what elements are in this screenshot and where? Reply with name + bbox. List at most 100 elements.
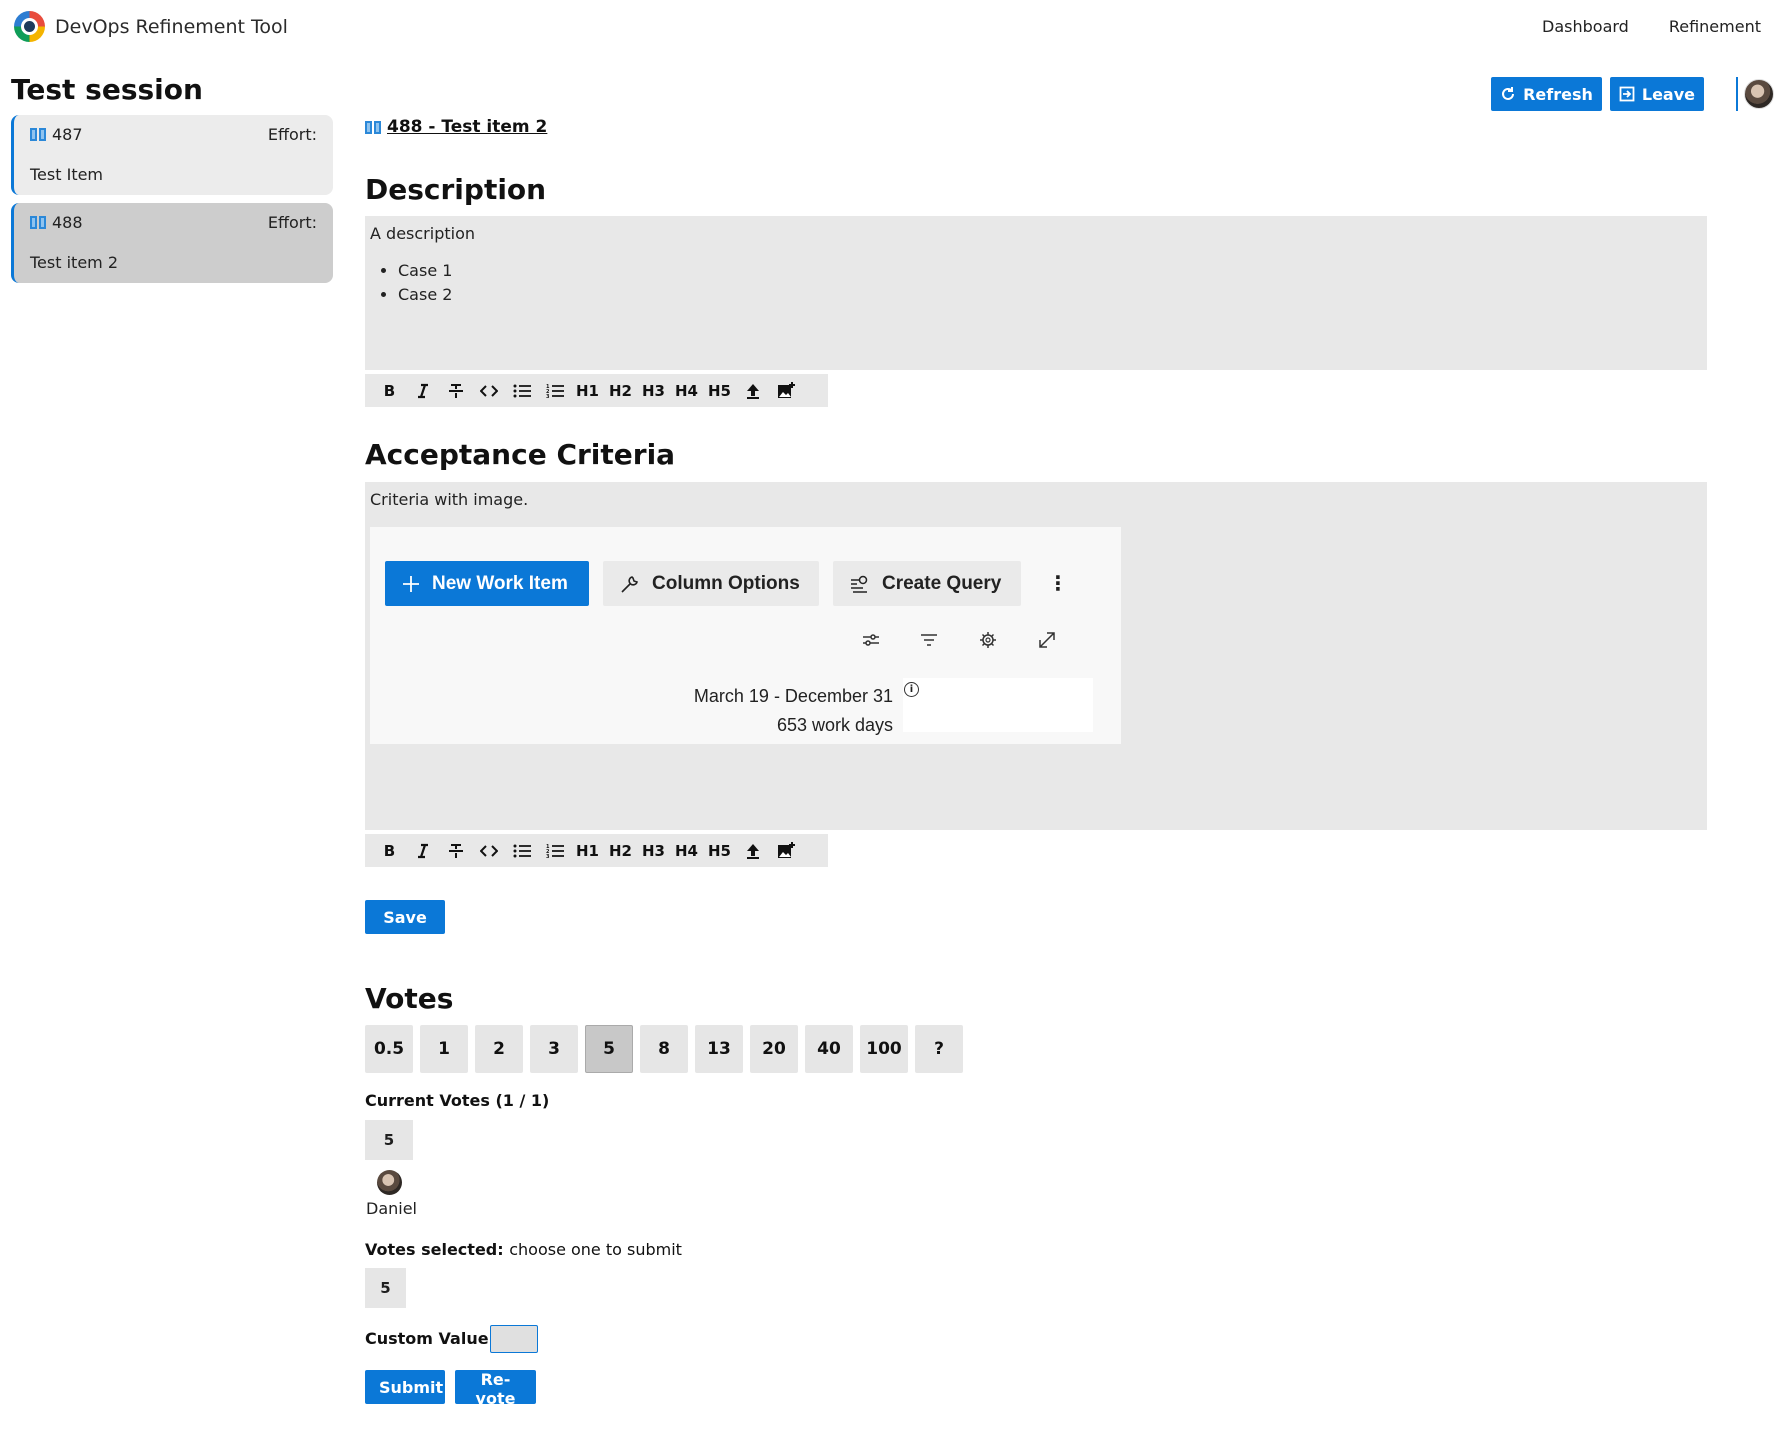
vote-option[interactable]: 100 bbox=[860, 1025, 908, 1073]
nav-refinement[interactable]: Refinement bbox=[1669, 17, 1761, 36]
work-item-id: 487 bbox=[52, 125, 83, 144]
description-editor[interactable]: A description Case 1 Case 2 bbox=[365, 216, 1707, 370]
strikethrough-button[interactable] bbox=[439, 374, 472, 407]
nav-links: Dashboard Refinement bbox=[1542, 17, 1761, 36]
work-item-id: 488 bbox=[52, 213, 83, 232]
current-votes-label: Current Votes (1 / 1) bbox=[365, 1091, 550, 1110]
session-title: Test session bbox=[11, 73, 203, 106]
votes-selected-hint: choose one to submit bbox=[509, 1240, 682, 1259]
bulleted-list-button[interactable] bbox=[505, 374, 538, 407]
brand[interactable]: DevOps Refinement Tool bbox=[14, 11, 288, 42]
h3-button[interactable]: H3 bbox=[637, 834, 670, 867]
image-icon bbox=[777, 841, 795, 858]
h3-button[interactable]: H3 bbox=[637, 374, 670, 407]
effort-label: Effort: bbox=[267, 125, 317, 144]
vote-option[interactable]: ? bbox=[915, 1025, 963, 1073]
embedded-column-options-label: Column Options bbox=[652, 572, 800, 594]
embedded-date-info: March 19 - December 31 653 work days bbox=[694, 682, 893, 740]
query-icon bbox=[851, 575, 868, 593]
work-item-title: Test item 2 bbox=[30, 253, 119, 272]
current-vote-value: 5 bbox=[365, 1120, 413, 1160]
insert-image-button[interactable] bbox=[769, 374, 802, 407]
gear-icon bbox=[980, 632, 996, 648]
nav-dashboard[interactable]: Dashboard bbox=[1542, 17, 1629, 36]
session-actions: Refresh Leave bbox=[1491, 77, 1704, 111]
revote-button[interactable]: Re-vote bbox=[455, 1370, 536, 1408]
work-item-card-487[interactable]: 487 Effort: Test Item bbox=[11, 115, 333, 195]
vote-option-selected[interactable]: 5 bbox=[585, 1025, 633, 1073]
effort-label: Effort: bbox=[267, 213, 317, 232]
strikethrough-icon bbox=[448, 843, 463, 858]
upload-button[interactable] bbox=[736, 374, 769, 407]
embedded-white-panel bbox=[903, 678, 1093, 732]
criteria-text: Criteria with image. bbox=[370, 490, 529, 509]
svg-text:3: 3 bbox=[546, 394, 550, 400]
insert-image-button[interactable] bbox=[769, 834, 802, 867]
code-button[interactable] bbox=[472, 834, 505, 867]
list-item: Case 1 bbox=[398, 259, 1702, 283]
submit-button[interactable]: Submit bbox=[365, 1370, 445, 1404]
description-list: Case 1 Case 2 bbox=[370, 259, 1702, 307]
bulleted-list-icon bbox=[513, 844, 531, 857]
votes-selected-title: Votes selected: bbox=[365, 1240, 504, 1259]
numbered-list-icon: 123 bbox=[546, 384, 564, 400]
embedded-new-work-item-button: New Work Item bbox=[385, 561, 589, 606]
vote-option[interactable]: 13 bbox=[695, 1025, 743, 1073]
italic-icon bbox=[417, 843, 428, 858]
vote-option[interactable]: 0.5 bbox=[365, 1025, 413, 1073]
vote-option[interactable]: 8 bbox=[640, 1025, 688, 1073]
h4-button[interactable]: H4 bbox=[670, 374, 703, 407]
h2-button[interactable]: H2 bbox=[604, 834, 637, 867]
refresh-icon bbox=[1502, 87, 1515, 100]
image-icon bbox=[777, 381, 795, 398]
backlog-item-icon bbox=[365, 120, 381, 134]
embedded-new-work-item-label: New Work Item bbox=[432, 572, 568, 594]
h1-button[interactable]: H1 bbox=[571, 834, 604, 867]
embedded-column-options-button: Column Options bbox=[603, 561, 819, 606]
backlog-item-icon bbox=[30, 128, 46, 141]
vote-option[interactable]: 1 bbox=[420, 1025, 468, 1073]
vote-option[interactable]: 3 bbox=[530, 1025, 578, 1073]
current-item-link[interactable]: 488 - Test item 2 bbox=[365, 117, 547, 137]
h1-button[interactable]: H1 bbox=[571, 374, 604, 407]
code-button[interactable] bbox=[472, 374, 505, 407]
app-logo-icon bbox=[14, 11, 45, 42]
vote-option[interactable]: 2 bbox=[475, 1025, 523, 1073]
italic-icon bbox=[417, 383, 428, 398]
bold-button[interactable]: B bbox=[373, 374, 406, 407]
numbered-list-button[interactable]: 123 bbox=[538, 374, 571, 407]
save-button[interactable]: Save bbox=[365, 900, 445, 934]
embedded-create-query-label: Create Query bbox=[882, 572, 1002, 594]
h5-button[interactable]: H5 bbox=[703, 374, 736, 407]
h2-button[interactable]: H2 bbox=[604, 374, 637, 407]
description-text: A description bbox=[370, 224, 475, 243]
h5-button[interactable]: H5 bbox=[703, 834, 736, 867]
selected-vote-chip[interactable]: 5 bbox=[365, 1268, 406, 1308]
list-item: Case 2 bbox=[398, 283, 1702, 307]
votes-selected-label: Votes selected: choose one to submit bbox=[365, 1240, 682, 1259]
strikethrough-icon bbox=[448, 383, 463, 398]
vote-option[interactable]: 40 bbox=[805, 1025, 853, 1073]
h4-button[interactable]: H4 bbox=[670, 834, 703, 867]
bold-button[interactable]: B bbox=[373, 834, 406, 867]
custom-value-input[interactable] bbox=[490, 1325, 538, 1353]
leave-icon bbox=[1619, 86, 1635, 102]
vote-option[interactable]: 20 bbox=[750, 1025, 798, 1073]
work-item-id-row: 488 bbox=[30, 213, 83, 232]
more-options-icon: ⋮ bbox=[1048, 571, 1068, 595]
refresh-button[interactable]: Refresh bbox=[1491, 77, 1602, 111]
expand-icon bbox=[1039, 632, 1055, 648]
numbered-list-button[interactable]: 123 bbox=[538, 834, 571, 867]
leave-button[interactable]: Leave bbox=[1609, 77, 1704, 111]
user-avatar[interactable] bbox=[1744, 79, 1774, 109]
work-item-card-488[interactable]: 488 Effort: Test item 2 bbox=[11, 203, 333, 283]
upload-button[interactable] bbox=[736, 834, 769, 867]
italic-button[interactable] bbox=[406, 374, 439, 407]
italic-button[interactable] bbox=[406, 834, 439, 867]
embedded-date-range: March 19 - December 31 bbox=[693, 686, 893, 706]
divider bbox=[1736, 77, 1738, 111]
code-icon bbox=[479, 844, 498, 857]
strikethrough-button[interactable] bbox=[439, 834, 472, 867]
bulleted-list-button[interactable] bbox=[505, 834, 538, 867]
criteria-toolbar: B 123 H1 H2 H3 H4 H5 bbox=[365, 834, 828, 867]
